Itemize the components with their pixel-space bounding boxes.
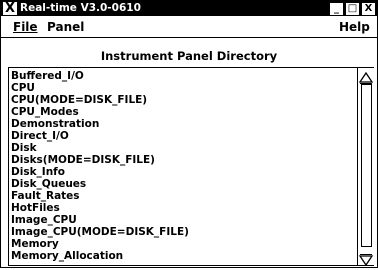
vertical-scrollbar[interactable] xyxy=(357,68,374,267)
panel-list-items: Buffered_I/O CPU CPU(MODE=DISK_FILE) CPU_Mo… xyxy=(9,68,356,265)
menu-file-label: File xyxy=(13,20,38,34)
list-item[interactable]: HotFiles xyxy=(9,202,356,214)
list-item[interactable]: Fault_Rates xyxy=(9,190,356,202)
list-item[interactable]: Memory_Allocation xyxy=(9,250,356,262)
triangle-up-icon xyxy=(358,71,374,84)
list-item[interactable]: CPU xyxy=(9,82,356,94)
window-title: Real-time V3.0-0610 xyxy=(20,2,141,14)
scroll-up-button[interactable] xyxy=(358,69,374,84)
list-item[interactable]: Image_CPU(MODE=DISK_FILE) xyxy=(9,226,356,238)
scroll-down-button[interactable] xyxy=(358,251,374,267)
x-logo-icon[interactable]: X xyxy=(3,2,17,15)
title-bar[interactable]: X Real-time V3.0-0610 _ □ X xyxy=(1,1,377,16)
minimize-button[interactable]: _ xyxy=(329,2,344,16)
menu-help-label: Help xyxy=(339,20,370,34)
page-title: Instrument Panel Directory xyxy=(100,49,278,63)
list-item[interactable]: Memory xyxy=(9,238,356,250)
panel-list[interactable]: Buffered_I/O CPU CPU(MODE=DISK_FILE) CPU_Mo… xyxy=(8,67,374,267)
list-item[interactable]: Direct_I/O xyxy=(9,130,356,142)
list-item[interactable]: Disk_Info xyxy=(9,166,356,178)
triangle-down-icon xyxy=(358,254,374,267)
list-item[interactable]: Demonstration xyxy=(9,118,356,130)
menu-help[interactable]: Help xyxy=(339,20,370,34)
close-button[interactable]: X xyxy=(361,2,376,16)
list-item[interactable]: CPU_Modes xyxy=(9,106,356,118)
maximize-button[interactable]: □ xyxy=(345,2,360,16)
list-item[interactable]: Disk xyxy=(9,142,356,154)
menu-panel[interactable]: Panel xyxy=(47,20,84,34)
list-item[interactable]: Image_CPU xyxy=(9,214,356,226)
scrollbar-thumb[interactable] xyxy=(361,84,372,247)
list-item[interactable]: CPU(MODE=DISK_FILE) xyxy=(9,94,356,106)
menu-file[interactable]: File xyxy=(13,20,38,34)
menu-bar: File Panel Help xyxy=(1,17,377,38)
list-item[interactable]: Disk_Queues xyxy=(9,178,356,190)
list-item[interactable]: Disks(MODE=DISK_FILE) xyxy=(9,154,356,166)
menu-panel-label: Panel xyxy=(47,20,85,34)
app-window: X Real-time V3.0-0610 _ □ X File Panel H… xyxy=(0,0,378,268)
list-item[interactable]: Buffered_I/O xyxy=(9,70,356,82)
